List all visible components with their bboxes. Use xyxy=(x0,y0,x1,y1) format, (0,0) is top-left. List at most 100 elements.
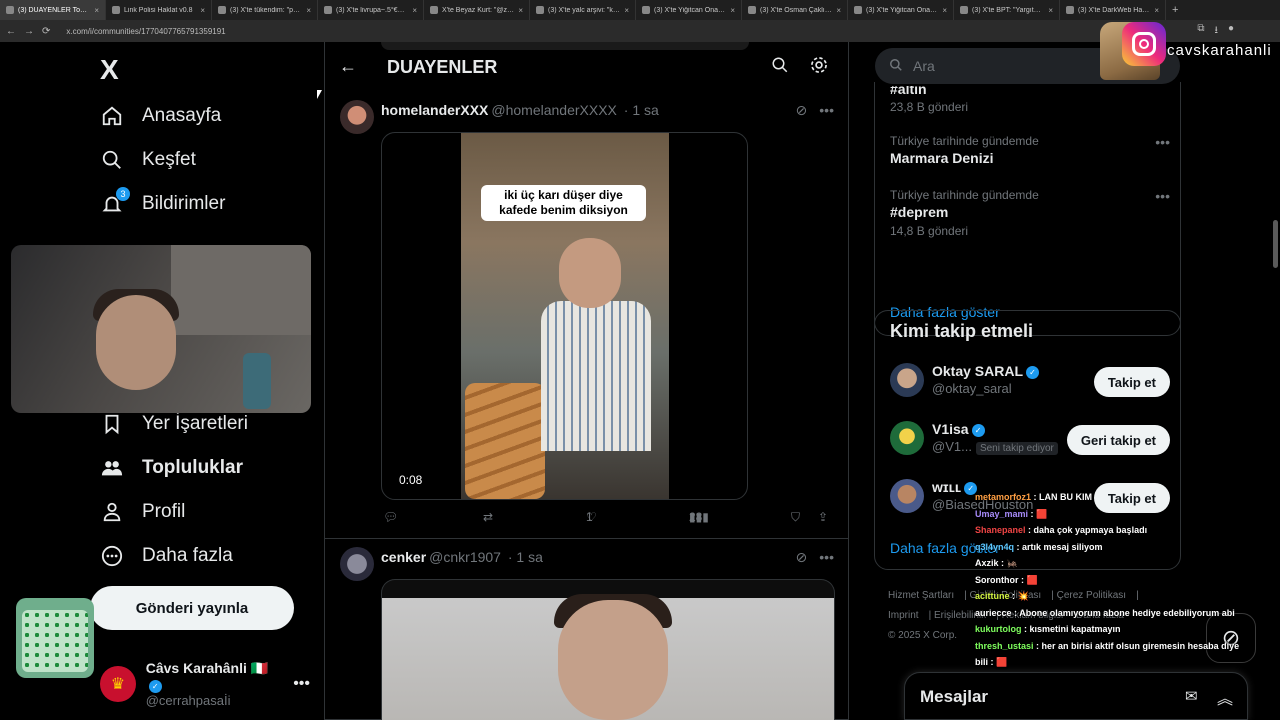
chat-text: : 💥 xyxy=(1009,591,1029,601)
bell-icon: 3 xyxy=(100,187,130,216)
more-dots-icon[interactable]: ••• xyxy=(293,675,310,693)
x-favicon-icon xyxy=(324,6,332,14)
browser-tab[interactable]: (3) X'te DarkWeb Haber... × xyxy=(1060,0,1166,20)
close-icon[interactable]: × xyxy=(836,6,841,15)
chat-text: : 🦗 xyxy=(998,558,1018,568)
more-dots-icon[interactable]: ••• xyxy=(1155,134,1170,150)
nav-item-more[interactable]: Daha fazla xyxy=(100,544,233,568)
more-dots-icon[interactable]: ••• xyxy=(1155,188,1170,204)
new-message-icon[interactable]: ✉ xyxy=(1185,687,1198,705)
who-to-follow-title: Kimi takip etmeli xyxy=(890,321,1034,341)
back-arrow-icon[interactable]: ← xyxy=(6,26,16,37)
man-shirt xyxy=(541,301,651,451)
reload-icon[interactable]: ⟳ xyxy=(42,26,50,37)
profile-icon xyxy=(100,500,124,524)
video-caption: iki üç karı düşer diye kafede benim diks… xyxy=(481,185,646,221)
expand-icon[interactable]: ︽ xyxy=(1217,685,1233,709)
browser-tab[interactable]: (3) X'te yalc arşivi: "kaza ta...× xyxy=(530,0,636,20)
follow-button[interactable]: Takip et xyxy=(1093,367,1170,397)
avatar[interactable] xyxy=(340,547,374,581)
tweet[interactable]: cenker @cnkr1907 · 1 sa ⊘ ••• xyxy=(325,539,848,720)
bookmark-icon[interactable]: ⛉ xyxy=(791,510,800,525)
chat-text: : 🟥 xyxy=(1018,574,1038,585)
browser-tab[interactable]: X'te Beyaz Kurt: "@zeynep...× xyxy=(424,0,530,20)
chat-message: Axzik : 🦗 xyxy=(975,555,1275,572)
close-icon[interactable]: × xyxy=(306,6,311,15)
share-icon[interactable]: ⇪ xyxy=(818,510,828,524)
close-icon[interactable]: × xyxy=(1154,6,1159,15)
browser-tab[interactable]: Link Polisi Haklat v0.8 × xyxy=(106,0,212,20)
nav-item-notifications[interactable]: 3 Bildirimler xyxy=(100,187,225,216)
browser-tab[interactable]: (3) X'te Yiğitcan Önab: "Bu...× xyxy=(636,0,742,20)
avatar xyxy=(890,363,924,397)
verified-icon: ✓ xyxy=(971,423,985,437)
footer-link[interactable]: Imprint xyxy=(888,610,919,621)
search-icon[interactable] xyxy=(771,56,789,79)
close-icon[interactable]: × xyxy=(730,6,735,15)
nav-item-home[interactable]: Anasayfa xyxy=(100,104,221,128)
chat-username: Umay_mami xyxy=(975,508,1029,519)
nav-item-bookmarks[interactable]: Yer İşaretleri xyxy=(100,412,248,436)
browser-tab[interactable]: (3) DUAYENLER Topluluk / X× xyxy=(0,0,106,20)
video-player[interactable]: iki üç karı düşer diye kafede benim diks… xyxy=(381,132,748,500)
back-arrow-icon[interactable]: ← xyxy=(339,56,357,77)
close-icon[interactable]: × xyxy=(518,6,523,15)
trend-item[interactable]: Türkiye tarihinde gündemde Marmara Deniz… xyxy=(890,134,1170,166)
nav-item-communities[interactable]: Topluluklar xyxy=(100,456,243,480)
chat-message: Umay_mami : 🟥 xyxy=(975,506,1275,523)
follow-suggestion[interactable]: Oktay SARAL ✓ @oktay_saral Takip et xyxy=(890,363,1170,403)
grok-icon[interactable]: ⊘ xyxy=(796,549,808,566)
messages-drawer[interactable]: Mesajlar ✉ ︽ xyxy=(904,672,1248,720)
trend-item[interactable]: Türkiye tarihinde gündemde #deprem 14,8 … xyxy=(890,188,1170,238)
close-icon[interactable]: × xyxy=(94,6,99,15)
messages-label: Mesajlar xyxy=(920,687,989,706)
close-icon[interactable]: × xyxy=(412,6,417,15)
browser-tab[interactable]: (3) X'te BPT: "Yargıtay, eşi...× xyxy=(954,0,1060,20)
post-button[interactable]: Gönderi yayınla xyxy=(90,586,294,630)
forward-arrow-icon[interactable]: → xyxy=(24,26,34,37)
download-icon[interactable]: ⭳ xyxy=(1214,23,1218,40)
x-favicon-icon xyxy=(430,6,438,14)
nav-item-explore[interactable]: Keşfet xyxy=(100,148,196,172)
chat-username: Shanepanel xyxy=(975,525,1026,535)
follow-suggestion[interactable]: V1isa ✓ @V1... Seni takip ediyor Geri taki… xyxy=(890,421,1170,461)
avatar[interactable] xyxy=(340,100,374,134)
browser-tab[interactable]: (3) X'te Osman Çaklı: "Du...× xyxy=(742,0,848,20)
tweet[interactable]: homelanderXXX @homelanderXXXX · 1 sa ⊘ ••… xyxy=(325,92,848,539)
chat-message: acittune : 💥 xyxy=(975,588,1275,605)
footer-link[interactable]: Hizmet Şartları xyxy=(888,590,954,601)
browser-tab[interactable]: (3) X'te Yiğitcan Önab: "3G...× xyxy=(848,0,954,20)
reply-icon[interactable]: 💬︎ xyxy=(383,510,398,524)
page-scrollbar[interactable] xyxy=(1273,220,1278,268)
close-icon[interactable]: × xyxy=(942,6,947,15)
tweet-top-actions: ⊘ ••• xyxy=(796,549,834,566)
profile-icon[interactable]: ● xyxy=(1228,23,1234,40)
account-name: Câvs Karahânli 🇮🇹✓ xyxy=(145,660,269,693)
new-tab-icon[interactable]: + xyxy=(1172,4,1178,16)
chat-message: kukurtolog : kısmetini kapatmayın xyxy=(975,621,1275,638)
url-field[interactable]: x.com/i/communities/1770407765791359191 xyxy=(66,27,225,36)
grok-icon[interactable]: ⊘ xyxy=(796,102,808,119)
browser-tab[interactable]: (3) X'te livrupa~.5°€~o,"... × xyxy=(318,0,424,20)
mouse-cursor xyxy=(317,90,322,99)
verified-icon: ✓ xyxy=(1026,365,1040,379)
close-icon[interactable]: × xyxy=(200,6,205,15)
repost-icon[interactable]: ⇄ xyxy=(483,510,493,524)
x-logo[interactable]: X xyxy=(100,54,119,86)
gear-icon[interactable] xyxy=(809,55,829,80)
chat-text: : her an birisi aktif olsun giremesin he… xyxy=(1033,640,1240,651)
search-icon xyxy=(100,148,124,172)
account-switcher[interactable]: ♛ Câvs Karahânli 🇮🇹✓ @cerrahpasaİi ••• xyxy=(100,660,310,708)
close-icon[interactable]: × xyxy=(1048,6,1053,15)
extensions-icon[interactable]: ⧉ xyxy=(1197,23,1204,40)
nav-item-profile[interactable]: Profil xyxy=(100,500,185,524)
more-dots-icon[interactable]: ••• xyxy=(819,549,834,566)
browser-tab[interactable]: (3) X'te tükendim: "papağ...× xyxy=(212,0,318,20)
close-icon[interactable]: × xyxy=(624,6,629,15)
follow-back-button[interactable]: Geri takip et xyxy=(1066,425,1170,455)
video-player[interactable] xyxy=(381,579,835,720)
trend-item[interactable]: #altın 23,8 B gönderi xyxy=(890,84,1170,114)
x-favicon-icon xyxy=(748,6,756,14)
more-dots-icon[interactable]: ••• xyxy=(819,102,834,119)
chat-username: Soronthor xyxy=(975,574,1019,585)
